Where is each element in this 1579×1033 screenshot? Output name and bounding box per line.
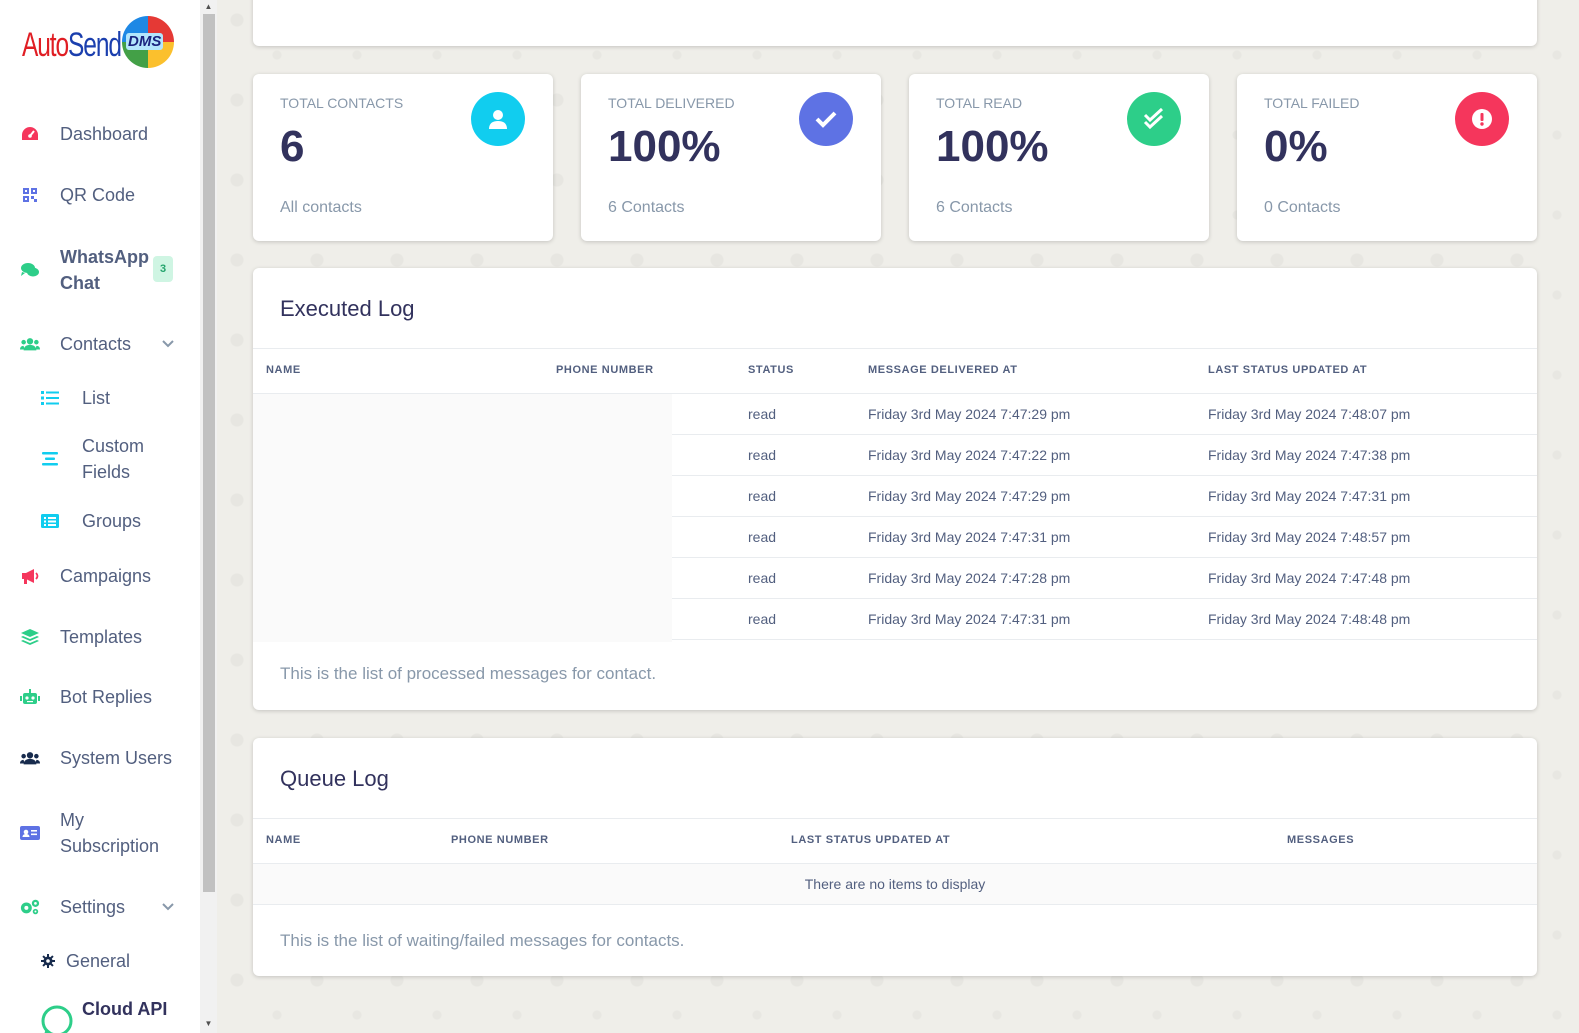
scroll-down-arrow-icon[interactable]: ▼ <box>200 1017 217 1031</box>
sidebar-item-label: My Subscription <box>60 810 160 856</box>
sidebar-item-qr-code[interactable]: QR Code <box>0 182 200 208</box>
unread-badge: 3 <box>153 256 173 282</box>
brand-badge: DMS <box>122 16 174 68</box>
chevron-down-icon <box>162 900 174 914</box>
gear-icon <box>38 951 58 971</box>
sidebar-item-label: System Users <box>60 748 173 768</box>
sidebar-item-templates[interactable]: Templates <box>0 624 200 650</box>
list-icon <box>40 388 60 408</box>
sidebar-item-label: Settings <box>60 897 126 917</box>
exclamation-icon <box>1455 92 1509 146</box>
check-icon <box>799 92 853 146</box>
scroll-up-arrow-icon[interactable]: ▲ <box>200 0 217 14</box>
align-icon <box>40 449 60 469</box>
table-row[interactable]: read Friday 3rd May 2024 7:47:31 pm Frid… <box>253 517 1537 558</box>
executed-log-card: Executed Log NAME PHONE NUMBER STATUS ME… <box>253 268 1537 710</box>
stat-value: 100% <box>936 122 1049 171</box>
sidebar-item-label: WhatsApp Chat <box>60 247 149 293</box>
stat-value: 0% <box>1264 122 1328 171</box>
sidebar-item-label: General <box>66 951 131 971</box>
double-check-icon <box>1127 92 1181 146</box>
brand-name: AutoSend <box>22 26 122 64</box>
column-header-messages[interactable]: MESSAGES <box>1287 834 1354 846</box>
stat-subtitle: 6 Contacts <box>608 199 685 216</box>
table-row[interactable]: read Friday 3rd May 2024 7:47:29 pm Frid… <box>253 476 1537 517</box>
queue-log-footnote: This is the list of waiting/failed messa… <box>280 931 685 950</box>
stat-value: 6 <box>280 122 305 171</box>
sidebar-item-label: Campaigns <box>60 566 152 586</box>
column-header-phone[interactable]: PHONE NUMBER <box>451 834 549 846</box>
queue-log-card: Queue Log NAME PHONE NUMBER LAST STATUS … <box>253 738 1537 976</box>
stat-title: TOTAL CONTACTS <box>280 95 404 111</box>
table-row[interactable]: read Friday 3rd May 2024 7:47:22 pm Frid… <box>253 435 1537 476</box>
sidebar-item-list[interactable]: List <box>0 385 200 411</box>
megaphone-icon <box>20 566 40 586</box>
sidebar-item-custom-fields[interactable]: Custom Fields <box>0 433 200 485</box>
sidebar-item-groups[interactable]: Groups <box>0 508 200 534</box>
cogs-icon <box>20 897 40 917</box>
id-card-icon <box>20 823 40 843</box>
stat-subtitle: 6 Contacts <box>936 199 1013 216</box>
sidebar-item-label: Dashboard <box>60 124 149 144</box>
sidebar-item-general[interactable]: General <box>0 948 200 974</box>
column-header-name[interactable]: NAME <box>266 834 301 846</box>
sidebar-item-dashboard[interactable]: Dashboard <box>0 121 200 147</box>
table-row[interactable]: read Friday 3rd May 2024 7:47:29 pm Frid… <box>253 394 1537 435</box>
whatsapp-icon <box>40 1004 74 1033</box>
empty-table-message: There are no items to display <box>253 864 1537 904</box>
sidebar-item-settings[interactable]: Settings <box>0 894 200 920</box>
group-icon <box>40 511 60 531</box>
sidebar-item-bot-replies[interactable]: Bot Replies <box>0 684 200 710</box>
stat-card-total-delivered: TOTAL DELIVERED 100% 6 Contacts <box>581 74 881 241</box>
stat-title: TOTAL DELIVERED <box>608 95 735 111</box>
column-header-status[interactable]: STATUS <box>748 364 794 376</box>
users-icon <box>20 334 40 354</box>
layers-icon <box>20 627 40 647</box>
sidebar-item-label: Cloud API <box>82 999 168 1019</box>
stat-card-total-contacts: TOTAL CONTACTS 6 All contacts <box>253 74 553 241</box>
column-header-delivered[interactable]: MESSAGE DELIVERED AT <box>868 364 1018 376</box>
stat-card-total-read: TOTAL READ 100% 6 Contacts <box>909 74 1209 241</box>
stat-subtitle: 0 Contacts <box>1264 199 1341 216</box>
sidebar-item-label: Groups <box>82 511 142 531</box>
stat-card-total-failed: TOTAL FAILED 0% 0 Contacts <box>1237 74 1537 241</box>
sidebar-item-my-subscription[interactable]: My Subscription <box>0 807 200 859</box>
top-card <box>253 0 1537 46</box>
sidebar: AutoSend DMS Dashboard QR Code WhatsApp … <box>0 0 200 1033</box>
sidebar-item-campaigns[interactable]: Campaigns <box>0 563 200 589</box>
users-icon <box>20 748 40 768</box>
sidebar-item-contacts[interactable]: Contacts <box>0 331 200 357</box>
executed-log-title: Executed Log <box>280 296 415 321</box>
dashboard-icon <box>20 124 40 144</box>
sidebar-item-system-users[interactable]: System Users <box>0 745 200 771</box>
brand-logo[interactable]: AutoSend DMS <box>22 16 178 70</box>
executed-log-footnote: This is the list of processed messages f… <box>280 664 657 683</box>
chat-icon <box>20 260 40 280</box>
sidebar-item-label: Templates <box>60 627 143 647</box>
chevron-down-icon <box>162 337 174 351</box>
sidebar-item-label: List <box>82 388 111 408</box>
column-header-name[interactable]: NAME <box>266 364 301 376</box>
sidebar-item-label: QR Code <box>60 185 136 205</box>
sidebar-item-whatsapp-chat[interactable]: WhatsApp Chat 3 <box>0 244 200 296</box>
stat-value: 100% <box>608 122 721 171</box>
stat-subtitle: All contacts <box>280 199 362 216</box>
table-row[interactable]: read Friday 3rd May 2024 7:47:28 pm Frid… <box>253 558 1537 599</box>
column-header-updated[interactable]: LAST STATUS UPDATED AT <box>791 834 950 846</box>
divider <box>253 348 1537 349</box>
stat-title: TOTAL FAILED <box>1264 95 1360 111</box>
qr-code-icon <box>20 185 40 205</box>
sidebar-item-label: Custom Fields <box>82 436 145 482</box>
stat-title: TOTAL READ <box>936 95 1023 111</box>
column-header-updated[interactable]: LAST STATUS UPDATED AT <box>1208 364 1367 376</box>
scrollbar-thumb[interactable] <box>203 14 215 892</box>
column-header-phone[interactable]: PHONE NUMBER <box>556 364 654 376</box>
user-icon <box>471 92 525 146</box>
sidebar-item-cloud-api[interactable]: Cloud API <box>0 996 200 1033</box>
table-row[interactable]: read Friday 3rd May 2024 7:47:31 pm Frid… <box>253 599 1537 640</box>
queue-log-title: Queue Log <box>280 766 389 791</box>
robot-icon <box>20 687 40 707</box>
sidebar-item-label: Bot Replies <box>60 687 153 707</box>
sidebar-item-label: Contacts <box>60 334 132 354</box>
